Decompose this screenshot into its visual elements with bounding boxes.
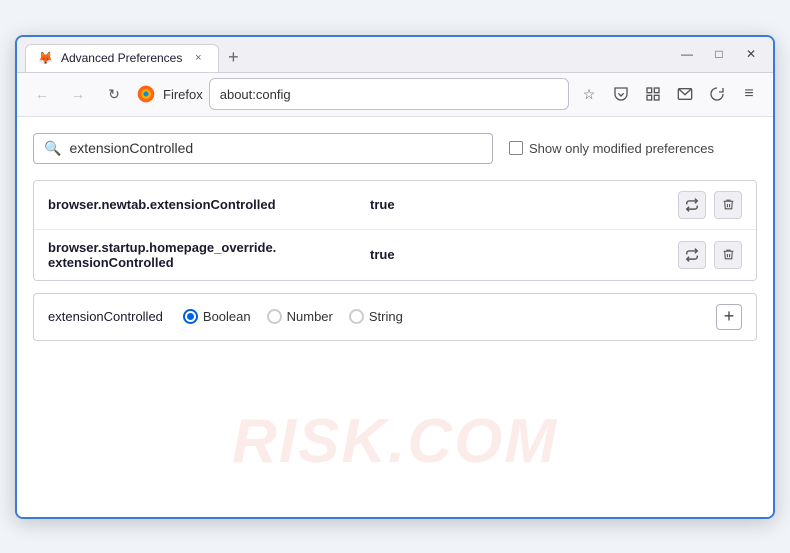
window-controls: — □ ✕ — [673, 40, 765, 68]
address-bar[interactable]: about:config — [209, 78, 569, 110]
show-modified-checkbox[interactable] — [509, 141, 523, 155]
browser-name-label: Firefox — [163, 87, 203, 102]
show-modified-container: Show only modified preferences — [509, 141, 714, 156]
account-icon[interactable] — [703, 80, 731, 108]
radio-string-label: String — [369, 309, 403, 324]
radio-string-circle — [349, 309, 364, 324]
watermark: RISK.COM — [232, 406, 558, 477]
radio-boolean-circle — [183, 309, 198, 324]
add-preference-button[interactable]: + — [716, 304, 742, 330]
radio-number[interactable]: Number — [267, 309, 333, 324]
radio-string[interactable]: String — [349, 309, 403, 324]
active-tab[interactable]: 🦊 Advanced Preferences × — [25, 44, 219, 72]
pref-value-2: true — [370, 247, 395, 262]
delete-button-2[interactable] — [714, 241, 742, 269]
radio-boolean-dot — [187, 313, 194, 320]
back-button[interactable]: ← — [27, 79, 57, 109]
preferences-table: browser.newtab.extensionControlled true — [33, 180, 757, 281]
bookmark-icon[interactable]: ☆ — [575, 80, 603, 108]
tab-area: 🦊 Advanced Preferences × + — [25, 37, 673, 72]
pref-actions-1 — [678, 191, 742, 219]
nav-bar: ← → ↻ Firefox about:config ☆ — [17, 73, 773, 117]
add-preference-row: extensionControlled Boolean Number — [33, 293, 757, 341]
delete-button-1[interactable] — [714, 191, 742, 219]
extension-icon[interactable] — [639, 80, 667, 108]
tab-title: Advanced Preferences — [61, 51, 182, 65]
search-icon: 🔍 — [44, 140, 61, 157]
toggle-button-1[interactable] — [678, 191, 706, 219]
minimize-button[interactable]: — — [673, 40, 701, 68]
browser-window: 🦊 Advanced Preferences × + — □ ✕ ← → ↻ F… — [15, 35, 775, 519]
content-area: RISK.COM 🔍 extensionControlled Show only… — [17, 117, 773, 517]
table-row: browser.startup.homepage_override. exten… — [34, 230, 756, 280]
title-bar: 🦊 Advanced Preferences × + — □ ✕ — [17, 37, 773, 73]
show-modified-label: Show only modified preferences — [529, 141, 714, 156]
new-pref-name: extensionControlled — [48, 309, 163, 324]
address-text: about:config — [220, 87, 558, 102]
pocket-icon[interactable] — [607, 80, 635, 108]
pref-actions-2 — [678, 241, 742, 269]
tab-close-button[interactable]: × — [190, 50, 206, 66]
radio-boolean-label: Boolean — [203, 309, 251, 324]
reload-button[interactable]: ↻ — [99, 79, 129, 109]
new-tab-button[interactable]: + — [219, 44, 247, 72]
radio-number-circle — [267, 309, 282, 324]
pref-value-1: true — [370, 197, 395, 212]
mail-icon[interactable] — [671, 80, 699, 108]
maximize-button[interactable]: □ — [705, 40, 733, 68]
forward-button[interactable]: → — [63, 79, 93, 109]
radio-boolean[interactable]: Boolean — [183, 309, 251, 324]
radio-number-label: Number — [287, 309, 333, 324]
menu-icon[interactable]: ≡ — [735, 80, 763, 108]
search-container: 🔍 extensionControlled Show only modified… — [33, 133, 757, 164]
nav-icons-right: ☆ — [575, 80, 763, 108]
type-radio-group: Boolean Number String — [183, 309, 696, 324]
search-input[interactable]: extensionControlled — [69, 140, 482, 156]
pref-name-1: browser.newtab.extensionControlled — [48, 197, 358, 212]
toggle-button-2[interactable] — [678, 241, 706, 269]
pref-name-2: browser.startup.homepage_override. exten… — [48, 240, 358, 270]
table-row: browser.newtab.extensionControlled true — [34, 181, 756, 230]
firefox-logo — [135, 83, 157, 105]
close-button[interactable]: ✕ — [737, 40, 765, 68]
search-box[interactable]: 🔍 extensionControlled — [33, 133, 493, 164]
tab-favicon: 🦊 — [38, 51, 53, 65]
